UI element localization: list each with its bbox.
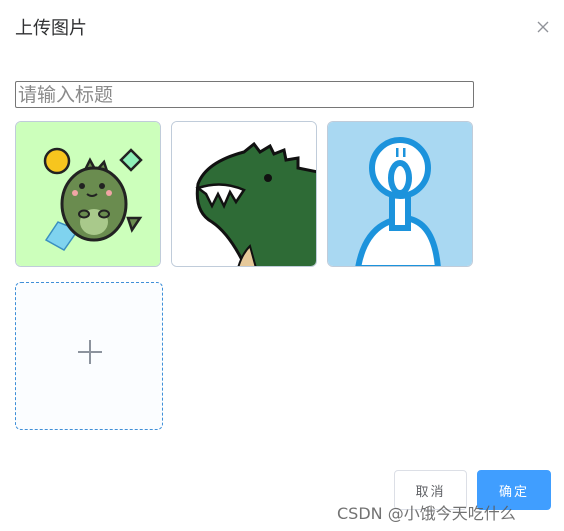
close-button[interactable] bbox=[533, 17, 553, 37]
image-thumbnail[interactable] bbox=[327, 121, 473, 267]
close-icon bbox=[537, 21, 549, 33]
dinosaur-head-image bbox=[172, 122, 316, 266]
image-thumbnail[interactable] bbox=[15, 121, 161, 267]
watermark: CSDN @小饿今天吃什么 bbox=[337, 504, 516, 523]
blue-figure-image bbox=[328, 122, 472, 266]
dialog-title: 上传图片 bbox=[15, 18, 87, 39]
title-input[interactable] bbox=[15, 81, 474, 108]
image-thumbnail[interactable] bbox=[171, 121, 317, 267]
upload-image-button[interactable] bbox=[15, 282, 163, 430]
upload-image-dialog: 上传图片 请输入标题 取消 确定 CSDN @小饿今天吃什么 bbox=[0, 0, 564, 531]
green-dinosaur-image bbox=[16, 122, 160, 266]
plus-icon bbox=[78, 340, 102, 364]
